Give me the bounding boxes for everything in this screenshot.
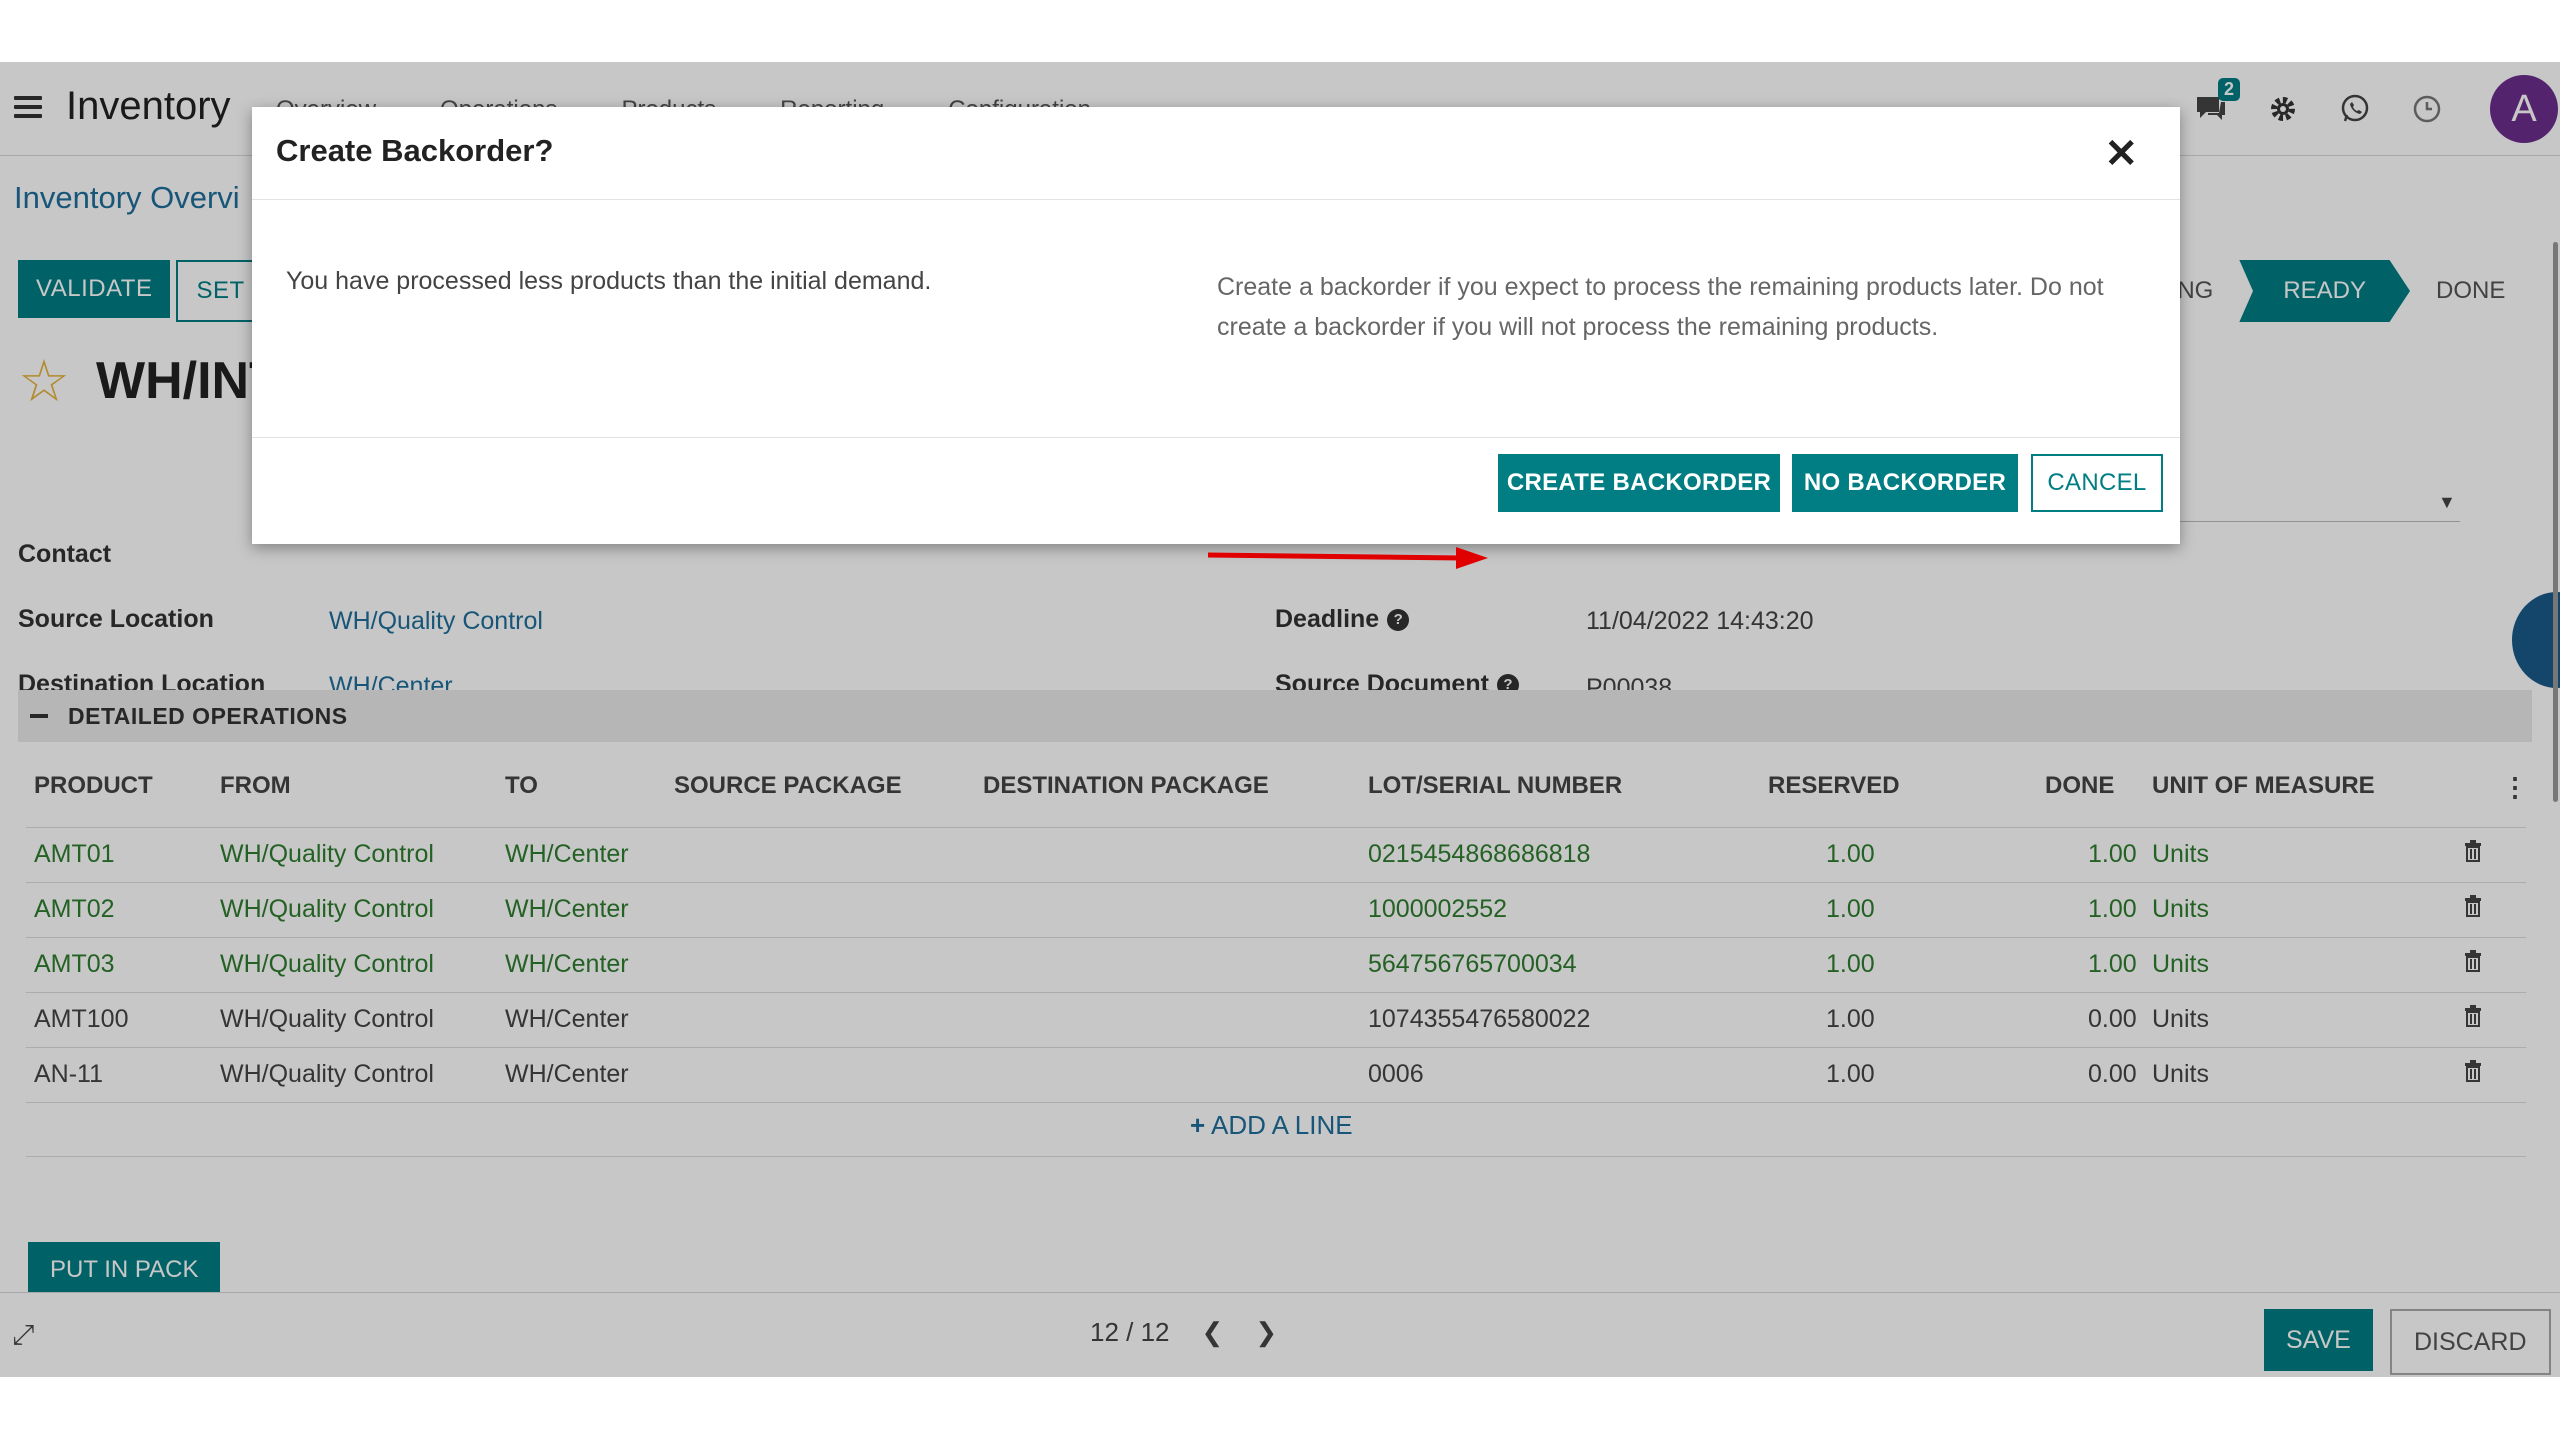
dialog-footer: CREATE BACKORDER NO BACKORDER CANCEL (252, 437, 2180, 545)
dialog-title: Create Backorder? (276, 133, 554, 168)
dialog-help-text: Create a backorder if you expect to proc… (1217, 273, 2104, 341)
dialog-header: Create Backorder? ✕ (252, 107, 2180, 200)
create-backorder-dialog: Create Backorder? ✕ You have processed l… (252, 107, 2180, 544)
annotation-arrow-icon (1208, 547, 1488, 569)
create-backorder-button[interactable]: CREATE BACKORDER (1498, 454, 1780, 512)
cancel-button[interactable]: CANCEL (2031, 454, 2163, 512)
dialog-message: You have processed less products than th… (286, 267, 932, 295)
no-backorder-button[interactable]: NO BACKORDER (1792, 454, 2018, 512)
app-frame: Inventory Overview Operations Products R… (0, 62, 2560, 1377)
close-icon[interactable]: ✕ (2104, 131, 2138, 177)
